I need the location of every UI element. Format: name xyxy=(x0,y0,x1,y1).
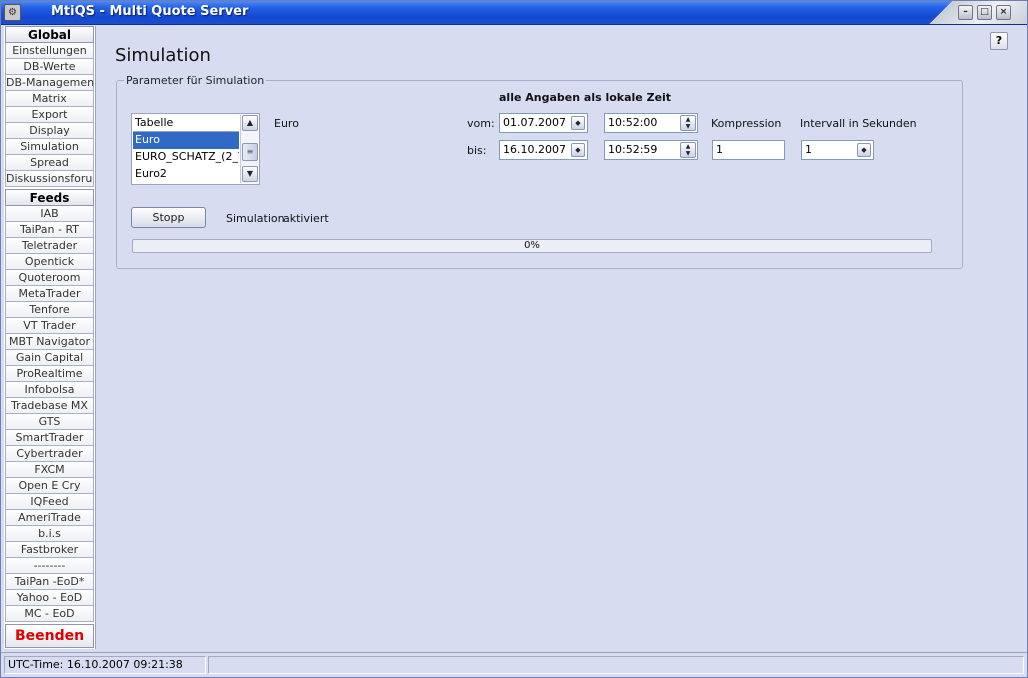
from-date-value: 01.07.2007 xyxy=(503,116,566,129)
sidebar-feed-iab[interactable]: IAB xyxy=(5,206,94,222)
sidebar-item-simulation[interactable]: Simulation xyxy=(5,139,94,155)
progress-label: 0% xyxy=(524,240,540,251)
simulation-progress-bar: 0% xyxy=(132,239,932,253)
interval-label: Intervall in Sekunden xyxy=(800,117,917,130)
table-listbox[interactable]: Tabelle Euro EURO_SCHATZ_(2_YEAR) Euro2 … xyxy=(131,113,260,185)
sidebar-feed-separator: -------- xyxy=(5,558,94,574)
table-list-scrollbar[interactable]: ▲ ≡ ▼ xyxy=(240,115,258,183)
sidebar-item-diskussionsforum[interactable]: Diskussionsforum xyxy=(5,171,94,187)
sidebar-feed-teletrader[interactable]: Teletrader xyxy=(5,238,94,254)
sidebar-feed-taipan-eod[interactable]: TaiPan -EoD* xyxy=(5,574,94,590)
compression-label: Kompression xyxy=(711,117,782,130)
time-spinner-icon[interactable]: ▲ ▼ xyxy=(680,142,696,158)
sidebar-feed-vt-trader[interactable]: VT Trader xyxy=(5,318,94,334)
sidebar-feed-gain-capital[interactable]: Gain Capital xyxy=(5,350,94,366)
local-time-note: alle Angaben als lokale Zeit xyxy=(499,91,672,104)
status-secondary xyxy=(208,656,1024,674)
sidebar-feed-fastbroker[interactable]: Fastbroker xyxy=(5,542,94,558)
sidebar-feed-mc-eod[interactable]: MC - EoD xyxy=(5,606,94,622)
from-date-field[interactable]: 01.07.2007 ◆ xyxy=(499,113,588,133)
sidebar-item-einstellungen[interactable]: Einstellungen xyxy=(5,43,94,59)
app-window: ⚙ MtiQS - Multi Quote Server – □ × Globa… xyxy=(0,0,1028,678)
scroll-up-icon[interactable]: ▲ xyxy=(242,115,258,131)
exit-button[interactable]: Beenden xyxy=(5,624,94,648)
sidebar-feed-mbt-navigator[interactable]: MBT Navigator xyxy=(5,334,94,350)
sidebar-feed-cybertrader[interactable]: Cybertrader xyxy=(5,446,94,462)
sidebar-item-export[interactable]: Export xyxy=(5,107,94,123)
sidebar-header-feeds: Feeds xyxy=(5,189,94,206)
to-time-field[interactable]: 10:52:59 ▲ ▼ xyxy=(604,140,698,160)
simulation-status: aktiviert xyxy=(283,212,329,225)
selected-symbol-label: Euro xyxy=(274,117,299,130)
sidebar-item-display[interactable]: Display xyxy=(5,123,94,139)
minimize-icon[interactable]: – xyxy=(958,5,973,20)
maximize-icon[interactable]: □ xyxy=(977,5,992,20)
title-bar-controls: – □ × xyxy=(927,1,1027,24)
app-icon[interactable]: ⚙ xyxy=(4,4,21,21)
stop-button[interactable]: Stopp xyxy=(131,207,206,228)
to-time-value: 10:52:59 xyxy=(608,143,658,156)
sidebar-global-list: Einstellungen DB-Werte DB-Management Matrix… xyxy=(4,43,95,187)
sidebar-feed-smarttrader[interactable]: SmartTrader xyxy=(5,430,94,446)
sidebar-feed-iqfeed[interactable]: IQFeed xyxy=(5,494,94,510)
simulation-parameters-group: Parameter für Simulation alle Angaben al… xyxy=(116,74,963,269)
scroll-thumb[interactable]: ≡ xyxy=(242,143,258,161)
to-date-field[interactable]: 16.10.2007 ◆ xyxy=(499,140,588,160)
main-panel: Simulation ? Parameter für Simulation al… xyxy=(97,26,1027,649)
sidebar-feed-gts[interactable]: GTS xyxy=(5,414,94,430)
sidebar-feeds-list: IAB TaiPan - RT Teletrader Opentick Quoteroo… xyxy=(4,206,95,622)
sidebar-feed-opentick[interactable]: Opentick xyxy=(5,254,94,270)
sidebar-feed-taipan-rt[interactable]: TaiPan - RT xyxy=(5,222,94,238)
table-list-item[interactable]: EURO_SCHATZ_(2_YEAR) xyxy=(133,149,239,166)
from-time-field[interactable]: 10:52:00 ▲ ▼ xyxy=(604,113,698,133)
help-button[interactable]: ? xyxy=(990,32,1008,50)
status-bar: UTC-Time: 16.10.2007 09:21:38 xyxy=(1,652,1027,677)
sidebar-item-db-werte[interactable]: DB-Werte xyxy=(5,59,94,75)
sidebar-feed-ameritrade[interactable]: AmeriTrade xyxy=(5,510,94,526)
sidebar-feed-tenfore[interactable]: Tenfore xyxy=(5,302,94,318)
sidebar-item-db-management[interactable]: DB-Management xyxy=(5,75,94,91)
group-title: Parameter für Simulation xyxy=(124,74,267,87)
table-list-item[interactable]: Euro2 xyxy=(133,166,239,183)
page-title: Simulation xyxy=(115,45,211,66)
close-icon[interactable]: × xyxy=(996,5,1011,20)
interval-select[interactable]: 1 ◆ xyxy=(801,140,874,160)
sidebar-feed-yahoo-eod[interactable]: Yahoo - EoD xyxy=(5,590,94,606)
from-label: vom: xyxy=(467,117,495,130)
scroll-down-icon[interactable]: ▼ xyxy=(242,166,258,182)
title-bar[interactable]: ⚙ MtiQS - Multi Quote Server – □ × xyxy=(1,1,1027,25)
sidebar-feed-infobolsa[interactable]: Infobolsa xyxy=(5,382,94,398)
sidebar-feed-fxcm[interactable]: FXCM xyxy=(5,462,94,478)
date-picker-icon[interactable]: ◆ xyxy=(571,116,585,130)
to-label: bis: xyxy=(467,144,487,157)
interval-value: 1 xyxy=(805,143,812,156)
sidebar: Global Einstellungen DB-Werte DB-Managemen… xyxy=(4,26,96,649)
chevron-down-icon[interactable]: ◆ xyxy=(857,143,871,157)
time-spinner-icon[interactable]: ▲ ▼ xyxy=(680,115,696,131)
window-title: MtiQS - Multi Quote Server xyxy=(51,4,249,19)
sidebar-feed-tradebase-mx[interactable]: Tradebase MX xyxy=(5,398,94,414)
utc-time-status: UTC-Time: 16.10.2007 09:21:38 xyxy=(4,656,206,674)
sidebar-feed-metatrader[interactable]: MetaTrader xyxy=(5,286,94,302)
date-picker-icon[interactable]: ◆ xyxy=(571,143,585,157)
sidebar-feed-quoteroom[interactable]: Quoteroom xyxy=(5,270,94,286)
sidebar-feed-b-i-s[interactable]: b.i.s xyxy=(5,526,94,542)
sidebar-feed-open-e-cry[interactable]: Open E Cry xyxy=(5,478,94,494)
from-time-value: 10:52:00 xyxy=(608,116,658,129)
table-list-item[interactable]: Euro xyxy=(133,132,239,149)
sidebar-feed-prorealtime[interactable]: ProRealtime xyxy=(5,366,94,382)
table-list-header: Tabelle xyxy=(133,115,239,132)
sidebar-header-global: Global xyxy=(5,26,94,43)
sidebar-item-matrix[interactable]: Matrix xyxy=(5,91,94,107)
simulation-label: Simulation xyxy=(226,212,285,225)
compression-input[interactable]: 1 xyxy=(712,140,785,160)
to-date-value: 16.10.2007 xyxy=(503,143,566,156)
sidebar-item-spread[interactable]: Spread xyxy=(5,155,94,171)
